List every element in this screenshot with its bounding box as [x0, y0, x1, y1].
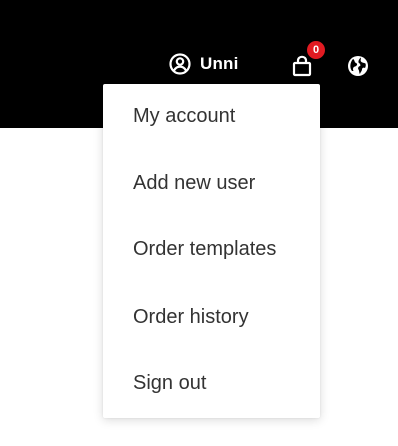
cart-button[interactable]: 0 — [288, 40, 326, 80]
menu-item-label: My account — [133, 104, 236, 127]
globe-icon — [346, 56, 370, 82]
user-name-label: Unni — [200, 54, 239, 73]
menu-item-label: Sign out — [133, 371, 207, 394]
menu-item-my-account[interactable]: My account — [103, 94, 320, 138]
cart-count-badge: 0 — [306, 40, 326, 60]
menu-item-label: Order history — [133, 305, 249, 328]
language-selector-button[interactable] — [346, 54, 370, 78]
menu-item-label: Add new user — [133, 171, 256, 194]
menu-item-order-templates[interactable]: Order templates — [103, 227, 320, 271]
menu-item-sign-out[interactable]: Sign out — [103, 361, 320, 405]
menu-item-add-new-user[interactable]: Add new user — [103, 161, 320, 205]
menu-item-order-history[interactable]: Order history — [103, 295, 320, 339]
user-account-button[interactable]: Unni — [168, 50, 239, 78]
menu-item-label: Order templates — [133, 237, 277, 260]
account-dropdown-menu: My account Add new user Order templates … — [103, 84, 320, 418]
user-circle-icon — [168, 52, 192, 76]
